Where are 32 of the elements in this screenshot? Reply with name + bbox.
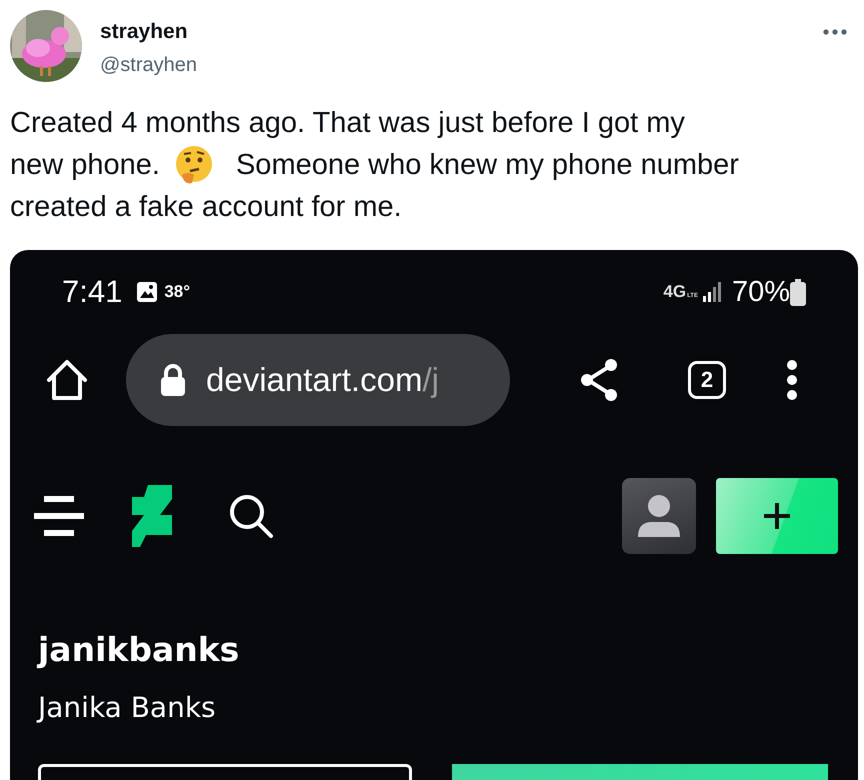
signal-icon [702, 281, 724, 303]
lock-icon [160, 363, 186, 397]
address-bar[interactable]: deviantart.com/j [126, 334, 510, 426]
tweet-text: new phone. [10, 148, 160, 183]
clock-time: 7:41 [62, 274, 122, 310]
user-handle[interactable]: @strayhen [100, 54, 804, 77]
profile-username: janikbanks [38, 630, 240, 669]
share-icon[interactable] [580, 358, 620, 402]
tweet-text: created a fake account for me. [10, 190, 402, 225]
url-path: /j [422, 361, 439, 398]
plus-icon [762, 501, 792, 531]
profile-full-name: Janika Banks [38, 691, 217, 724]
battery-percent: 70% [732, 276, 790, 308]
more-icon[interactable] [822, 28, 848, 36]
battery-icon [790, 278, 806, 306]
thinking-face-icon [174, 145, 214, 185]
display-name[interactable]: strayhen [100, 20, 804, 44]
network-type: 4G [663, 282, 686, 302]
user-icon [636, 495, 682, 537]
url-host: deviantart.com [206, 361, 422, 398]
menu-icon[interactable] [34, 496, 84, 536]
tweet-text: Created 4 months ago. That was just before I got my [10, 106, 685, 141]
account-button[interactable] [622, 478, 696, 554]
search-icon[interactable] [228, 493, 274, 539]
temperature: 38° [164, 282, 190, 302]
image-icon [136, 281, 158, 303]
tweet-text: Someone who knew my phone number [236, 148, 739, 183]
logo-icon[interactable] [132, 485, 172, 547]
menu-icon[interactable] [786, 360, 798, 400]
add-button[interactable] [716, 478, 838, 554]
tab-count-button[interactable]: 2 [688, 361, 726, 399]
home-icon[interactable] [44, 358, 90, 402]
